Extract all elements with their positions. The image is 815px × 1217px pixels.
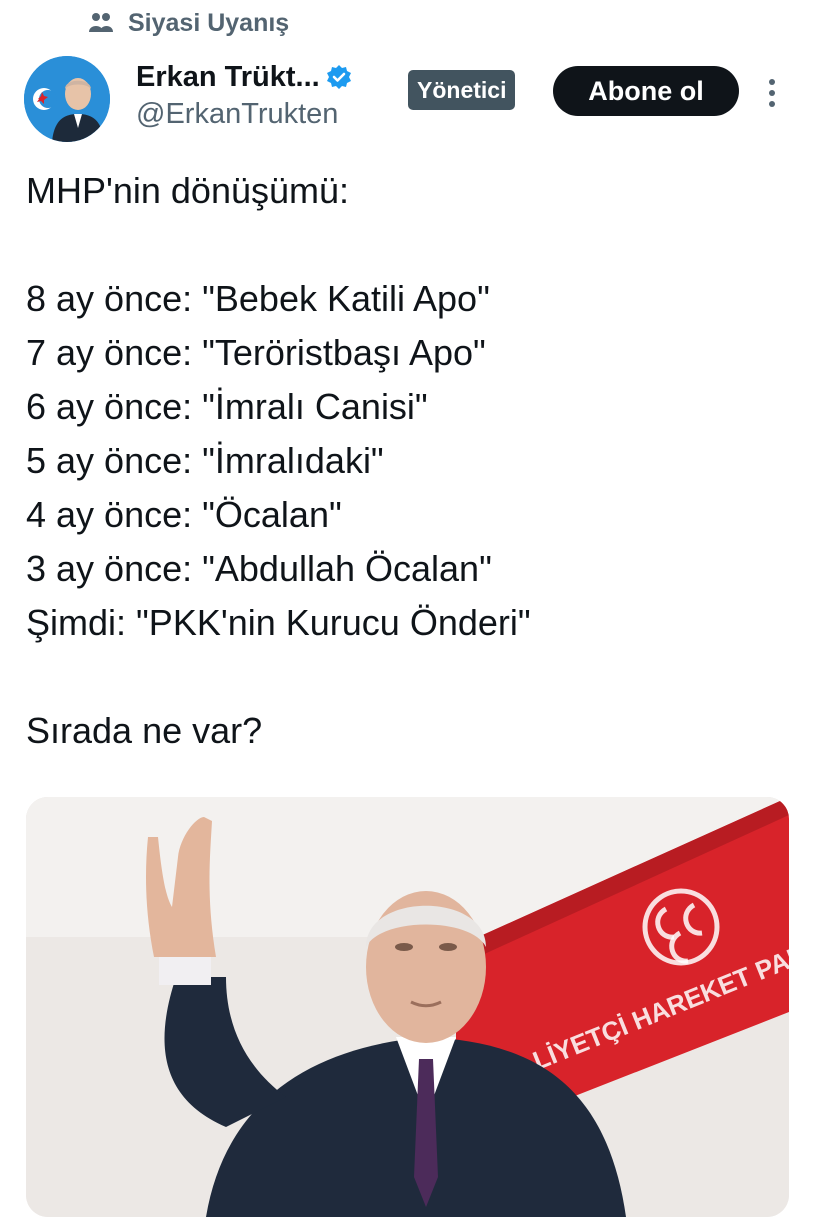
subscribe-button[interactable]: Abone ol bbox=[553, 66, 739, 116]
author-name[interactable]: Erkan Trükt... bbox=[136, 61, 320, 94]
avatar[interactable] bbox=[24, 56, 110, 142]
verified-icon bbox=[326, 64, 352, 90]
community-icon bbox=[88, 12, 114, 34]
community-name[interactable]: Siyasi Uyanış bbox=[128, 9, 289, 38]
tweet-line: 6 ay önce: "İmralı Canisi" bbox=[26, 386, 428, 427]
role-badge: Yönetici bbox=[408, 70, 516, 110]
author-name-row[interactable]: Erkan Trükt... bbox=[136, 58, 352, 96]
tweet-line: 8 ay önce: "Bebek Katili Apo" bbox=[26, 278, 490, 319]
tweet-photo[interactable]: MİLLİYETÇİ HAREKET PARTİSİ bbox=[26, 797, 789, 1217]
tweet-line: 4 ay önce: "Öcalan" bbox=[26, 494, 342, 535]
tweet-line: 3 ay önce: "Abdullah Öcalan" bbox=[26, 548, 492, 589]
community-header[interactable]: Siyasi Uyanış bbox=[88, 6, 289, 40]
tweet-text: MHP'nin dönüşümü: 8 ay önce: "Bebek Kati… bbox=[26, 164, 796, 758]
tweet-line: 7 ay önce: "Teröristbaşı Apo" bbox=[26, 332, 486, 373]
tweet-title: MHP'nin dönüşümü: bbox=[26, 170, 350, 211]
tweet-line: 5 ay önce: "İmralıdaki" bbox=[26, 440, 384, 481]
tweet-closing: Sırada ne var? bbox=[26, 710, 263, 751]
author-handle[interactable]: @ErkanTrukten bbox=[136, 98, 338, 131]
tweet-line: Şimdi: "PKK'nin Kurucu Önderi" bbox=[26, 602, 531, 643]
more-options-icon[interactable] bbox=[762, 76, 782, 110]
